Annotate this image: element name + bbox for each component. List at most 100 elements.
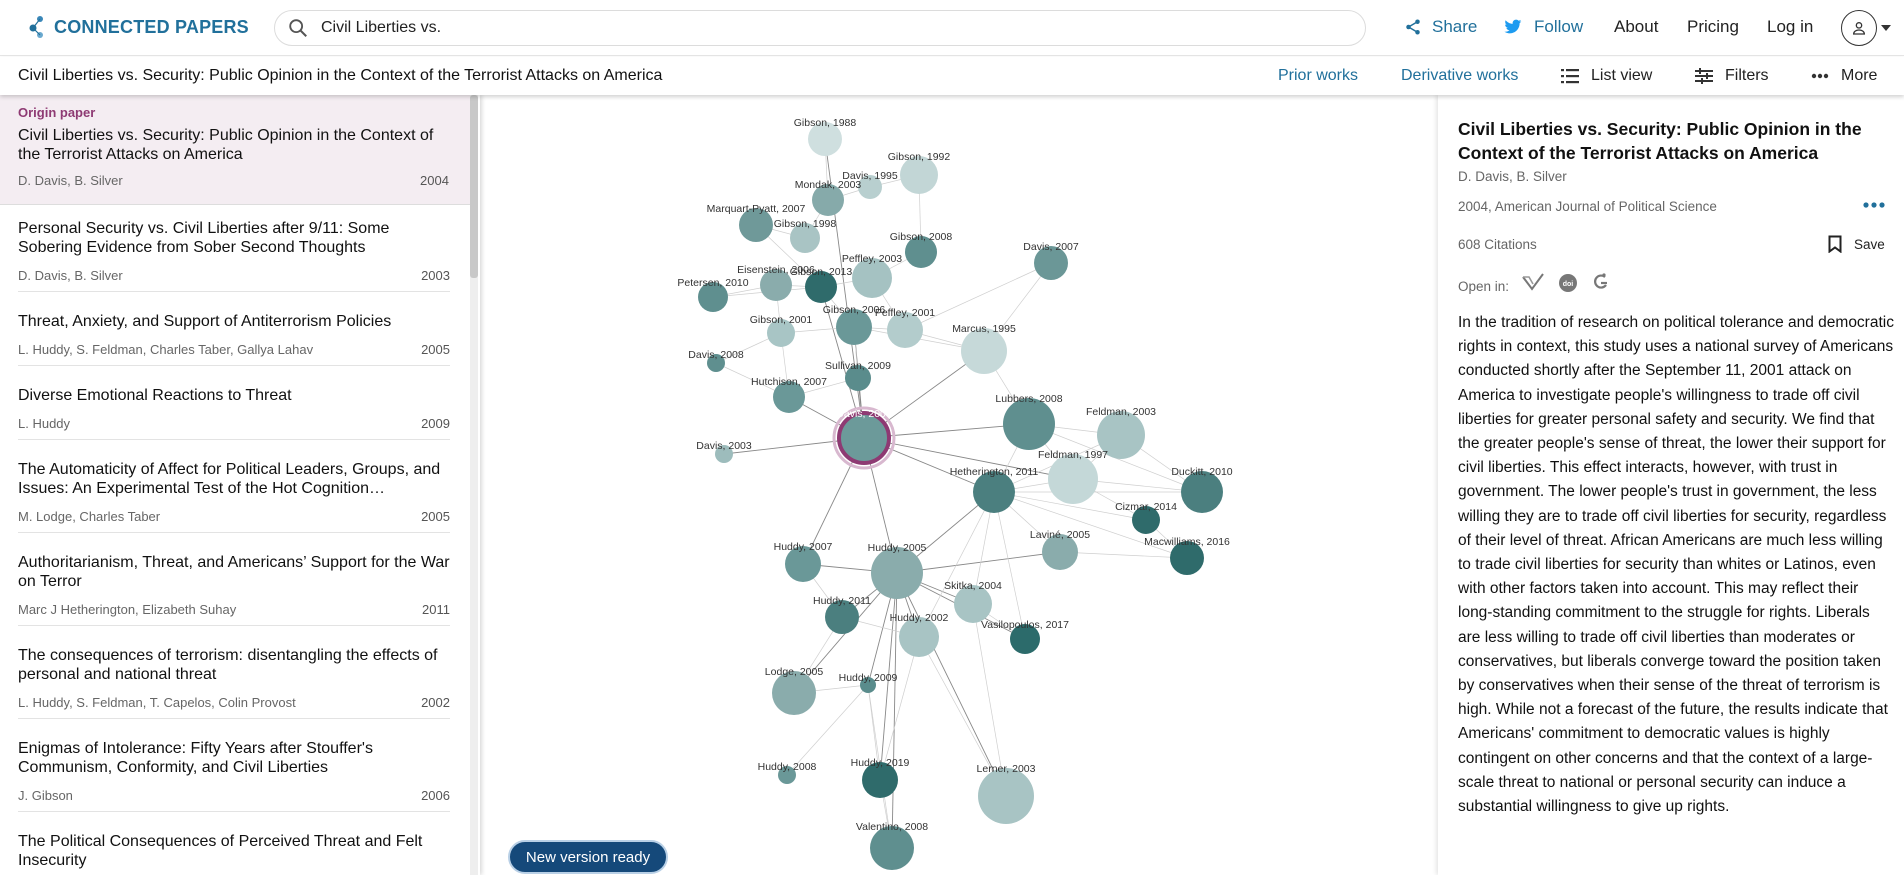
about-label: About <box>1614 17 1659 36</box>
graph-node-label: Hutchison, 2007 <box>751 376 827 388</box>
graph-node-label: Davis, 2008 <box>688 349 744 361</box>
list-item[interactable]: Personal Security vs. Civil Liberties af… <box>18 219 450 292</box>
list-item-authors: D. Davis, B. Silver <box>18 268 123 283</box>
graph-node[interactable] <box>978 768 1034 824</box>
new-version-button[interactable]: New version ready <box>508 840 668 874</box>
share-label: Share <box>1432 17 1478 36</box>
graph-node-label: Davis, 2004 <box>836 408 892 420</box>
pricing-link[interactable]: Pricing <box>1687 17 1739 37</box>
graph-node[interactable] <box>1048 454 1098 504</box>
graph-node-label: Gibson, 2008 <box>890 231 953 243</box>
account-avatar[interactable] <box>1841 10 1877 46</box>
graph-edge <box>904 262 1052 331</box>
list-item[interactable]: Enigmas of Intolerance: Fifty Years afte… <box>18 739 450 812</box>
open-in-icons: doi <box>1522 273 1624 293</box>
citation-graph[interactable]: Gibson, 1988Gibson, 1992Davis, 1995Monda… <box>480 95 1438 875</box>
list-item-title: The consequences of terrorism: disentang… <box>18 647 438 683</box>
search-bar[interactable] <box>274 10 1366 46</box>
origin-paper-tag: Origin paper <box>18 105 96 120</box>
graph-node-label: Huddy, 2011 <box>813 595 871 607</box>
login-link[interactable]: Log in <box>1767 17 1813 37</box>
graph-node-label: Valentino, 2008 <box>856 821 928 833</box>
list-item-title: Threat, Anxiety, and Support of Antiterr… <box>18 313 392 330</box>
graph-node[interactable] <box>1003 398 1055 450</box>
graph-canvas[interactable]: Gibson, 1988 Gibson, 1992 Davis, 1995 Monda… <box>480 95 1438 875</box>
graph-node[interactable] <box>837 411 891 465</box>
svg-text:doi: doi <box>1563 281 1574 288</box>
semantic-scholar-icon[interactable] <box>1522 273 1544 293</box>
graph-node-label: Peffley, 2003 <box>842 253 902 265</box>
list-item-year: 2006 <box>421 788 450 803</box>
list-item-title: Authoritarianism, Threat, and Americans’… <box>18 554 450 590</box>
more-options-icon[interactable] <box>1862 201 1886 209</box>
filters-label: Filters <box>1725 67 1769 84</box>
detail-title: Civil Liberties vs. Security: Public Opi… <box>1458 119 1862 163</box>
detail-venue: 2004, American Journal of Political Scie… <box>1458 199 1717 214</box>
graph-node-label: Huddy, 2009 <box>839 672 898 684</box>
prior-works-button[interactable]: Prior works <box>1278 67 1358 85</box>
doi-icon[interactable]: doi <box>1558 273 1578 293</box>
graph-node-label: Huddy, 2005 <box>868 542 927 554</box>
list-item-title: Diverse Emotional Reactions to Threat <box>18 387 292 404</box>
list-item[interactable]: The consequences of terrorism: disentang… <box>18 646 450 719</box>
chevron-down-icon[interactable] <box>1880 23 1892 33</box>
list-icon <box>1561 69 1579 84</box>
graph-node-label: Gibson, 2013 <box>790 266 853 278</box>
list-item-year: 2005 <box>421 509 450 524</box>
more-button[interactable]: More <box>1811 67 1877 85</box>
graph-node-label: Lubbers, 2008 <box>995 393 1062 405</box>
graph-node-label: Mondak, 2003 <box>795 179 862 191</box>
filters-button[interactable]: Filters <box>1695 67 1769 85</box>
list-scrollbar-thumb[interactable] <box>470 95 478 278</box>
graph-node-label: Skitka, 2004 <box>944 580 1002 592</box>
list-item[interactable]: Diverse Emotional Reactions to Threat L.… <box>18 386 450 440</box>
detail-abstract: In the tradition of research on politica… <box>1458 314 1894 816</box>
save-button[interactable]: Save <box>1828 235 1885 253</box>
graph-node-label: Davis, 2003 <box>696 440 752 452</box>
graph-edge <box>993 491 1026 640</box>
graph-node-label: Lodge, 2005 <box>765 666 824 678</box>
graph-node[interactable] <box>871 547 923 599</box>
follow-button[interactable]: Follow <box>1504 17 1583 37</box>
share-button[interactable]: Share <box>1404 17 1477 37</box>
logo[interactable]: CONNECTED PAPERS <box>28 15 249 39</box>
graph-node-label: Feldman, 1997 <box>1038 449 1108 461</box>
list-item-authors: L. Huddy, S. Feldman, T. Capelos, Colin … <box>18 695 296 710</box>
list-item-authors: Marc J Hetherington, Elizabeth Suhay <box>18 602 237 617</box>
graph-nodes[interactable] <box>698 122 1223 870</box>
graph-node-label: Marquart-Pyatt, 2007 <box>707 203 806 215</box>
list-item-title: Personal Security vs. Civil Liberties af… <box>18 220 390 256</box>
list-item[interactable]: Authoritarianism, Threat, and Americans’… <box>18 553 450 626</box>
list-item-title: Enigmas of Intolerance: Fifty Years afte… <box>18 740 373 776</box>
detail-authors: D. Davis, B. Silver <box>1458 169 1567 184</box>
prior-works-label: Prior works <box>1278 67 1359 84</box>
origin-paper-authors: D. Davis, B. Silver <box>18 173 123 188</box>
graph-node-label: Hetherington, 2011 <box>950 466 1039 478</box>
login-label: Log in <box>1767 17 1814 36</box>
paper-detail-panel: Civil Liberties vs. Security: Public Opi… <box>1438 95 1904 875</box>
list-view-button[interactable]: List view <box>1561 67 1652 85</box>
graph-node-label: Petersen, 2010 <box>677 277 748 289</box>
search-icon <box>289 19 307 37</box>
origin-paper-item[interactable]: Origin paper Civil Liberties vs. Securit… <box>0 95 470 205</box>
paper-toolbar: Civil Liberties vs. Security: Public Opi… <box>0 57 1904 95</box>
open-in-label: Open in: <box>1458 279 1510 294</box>
graph-node-label: Huddy, 2008 <box>758 761 817 773</box>
derivative-works-button[interactable]: Derivative works <box>1401 67 1518 85</box>
search-input[interactable] <box>321 19 1321 37</box>
more-label: More <box>1841 67 1878 84</box>
graph-node-label: Feldman, 2003 <box>1086 406 1156 418</box>
list-item[interactable]: The Political Consequences of Perceived … <box>18 832 450 875</box>
graph-node-label: Huddy, 2002 <box>890 612 949 624</box>
list-item[interactable]: Threat, Anxiety, and Support of Antiterr… <box>18 312 450 366</box>
save-label: Save <box>1854 236 1885 252</box>
about-link[interactable]: About <box>1614 17 1658 37</box>
graph-node-label: Duckitt, 2010 <box>1171 466 1232 478</box>
list-item-authors: L. Huddy, S. Feldman, Charles Taber, Gal… <box>18 342 314 357</box>
google-scholar-icon[interactable] <box>1592 273 1610 293</box>
origin-paper-title: Civil Liberties vs. Security: Public Opi… <box>18 127 434 163</box>
graph-edges <box>712 138 1203 849</box>
graph-node-label: Gibson, 1998 <box>774 218 837 230</box>
list-item[interactable]: The Automaticity of Affect for Political… <box>18 460 450 533</box>
origin-paper-year: 2004 <box>420 173 449 188</box>
